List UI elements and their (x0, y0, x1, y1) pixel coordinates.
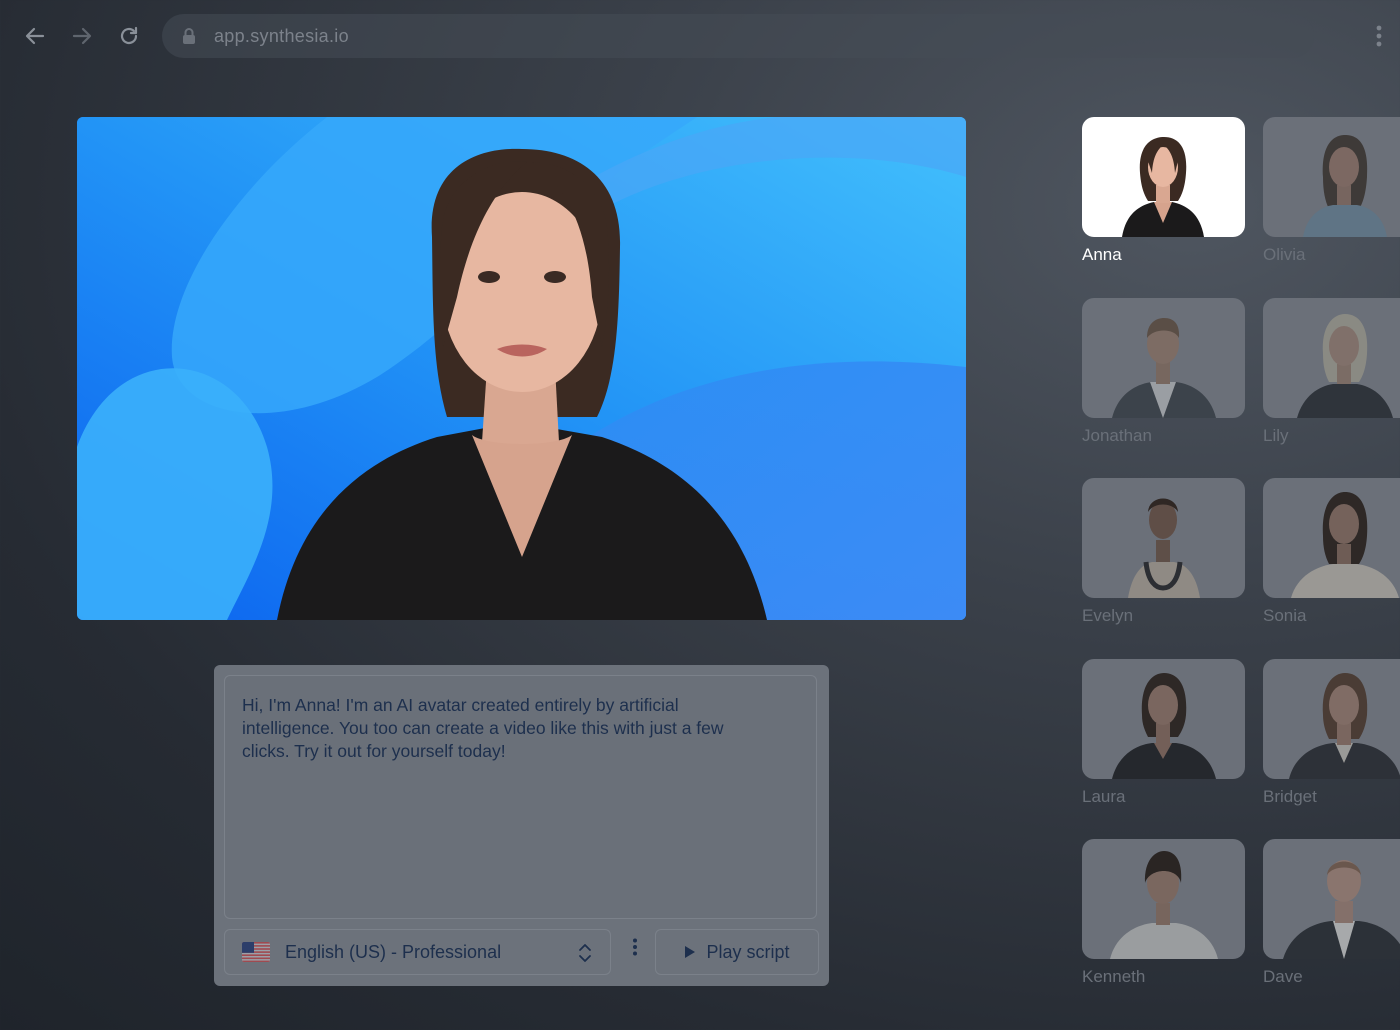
avatar-card-lily[interactable]: Lily (1263, 298, 1400, 446)
avatar-thumbnail (1082, 117, 1245, 237)
script-editor[interactable]: Hi, I'm Anna! I'm an AI avatar created e… (224, 675, 817, 919)
more-options-icon[interactable] (626, 933, 644, 961)
play-icon (685, 946, 696, 958)
avatar-card-kenneth[interactable]: Kenneth (1082, 839, 1245, 987)
avatar-thumbnail (1263, 298, 1400, 418)
browser-toolbar: app.synthesia.io (0, 0, 1400, 72)
avatar-card-evelyn[interactable]: Evelyn (1082, 478, 1245, 626)
browser-menu-icon[interactable] (1366, 22, 1392, 50)
avatar-card-olivia[interactable]: Olivia (1263, 117, 1400, 265)
avatar-name: Bridget (1263, 787, 1317, 806)
us-flag-icon (242, 942, 270, 962)
play-script-button[interactable]: Play script (655, 929, 819, 975)
avatar-name: Jonathan (1082, 426, 1152, 445)
avatar-thumbnail (1263, 839, 1400, 959)
avatar-card-jonathan[interactable]: Jonathan (1082, 298, 1245, 446)
address-bar[interactable]: app.synthesia.io (162, 14, 1314, 58)
chevron-updown-icon (579, 944, 591, 962)
script-panel: Hi, I'm Anna! I'm an AI avatar created e… (214, 665, 829, 986)
reload-icon[interactable] (115, 22, 143, 50)
script-text[interactable]: Hi, I'm Anna! I'm an AI avatar created e… (242, 694, 742, 763)
avatar-name: Dave (1263, 967, 1303, 986)
forward-icon[interactable] (68, 22, 96, 50)
language-label: English (US) - Professional (285, 941, 502, 962)
back-icon[interactable] (21, 22, 49, 50)
avatar-thumbnail (1082, 298, 1245, 418)
url-text: app.synthesia.io (214, 25, 349, 46)
lock-icon (182, 27, 196, 45)
avatar-name: Lily (1263, 426, 1289, 445)
avatar-thumbnail (1082, 478, 1245, 598)
avatar-name: Evelyn (1082, 606, 1134, 625)
video-preview (77, 117, 966, 620)
avatar-thumbnail (1263, 659, 1400, 779)
avatar-name: Laura (1082, 787, 1126, 806)
avatar-preview-image (77, 117, 966, 620)
avatar-thumbnail (1082, 659, 1245, 779)
avatar-name: Anna (1082, 245, 1122, 264)
avatar-name: Kenneth (1082, 967, 1146, 986)
avatar-name: Sonia (1263, 606, 1307, 625)
avatar-card-dave[interactable]: Dave (1263, 839, 1400, 987)
avatar-card-sonia[interactable]: Sonia (1263, 478, 1400, 626)
avatar-name: Olivia (1263, 245, 1306, 264)
language-select[interactable]: English (US) - Professional (224, 929, 611, 975)
avatar-thumbnail (1082, 839, 1245, 959)
play-script-label: Play script (706, 941, 790, 962)
avatar-card-laura[interactable]: Laura (1082, 659, 1245, 807)
avatar-card-anna[interactable]: Anna (1082, 117, 1245, 265)
avatar-card-bridget[interactable]: Bridget (1263, 659, 1400, 807)
avatar-thumbnail (1263, 117, 1400, 237)
avatar-thumbnail (1263, 478, 1400, 598)
